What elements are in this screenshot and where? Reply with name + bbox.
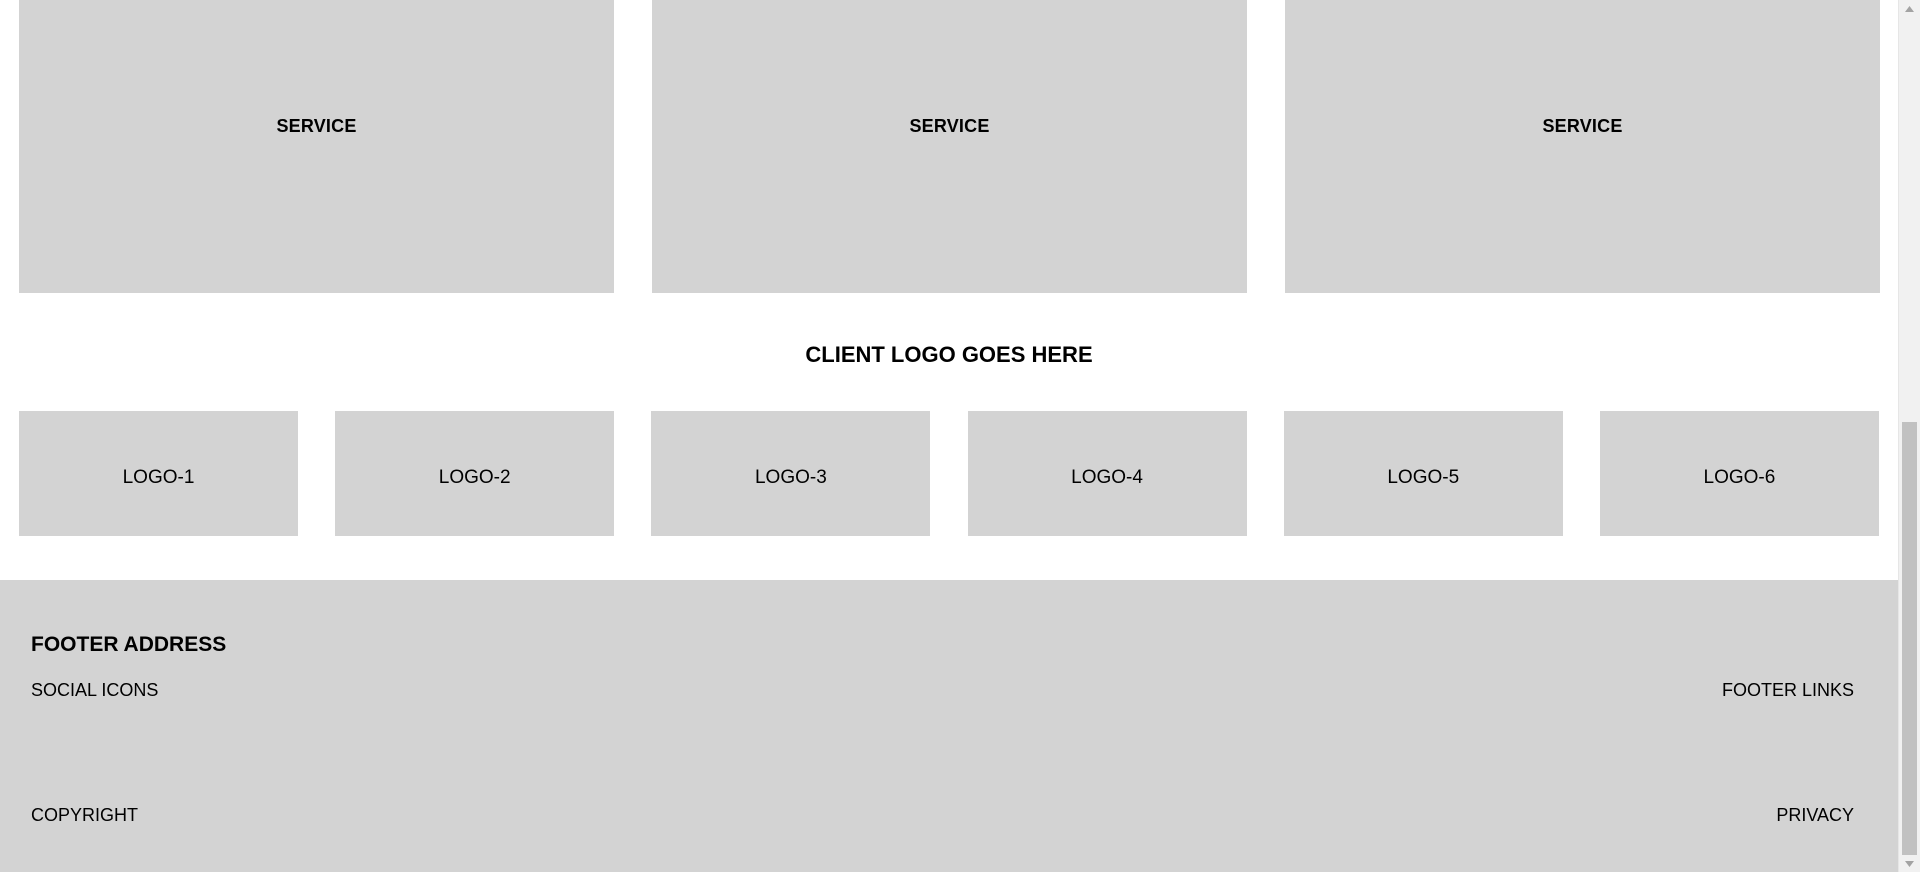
logo-label: LOGO-2 [438,466,511,488]
scrollbar-thumb[interactable] [1902,422,1917,855]
logo-label: LOGO-3 [754,466,827,488]
social-icons[interactable]: SOCIAL ICONS [31,680,158,701]
arrow-down-icon[interactable] [1899,855,1920,872]
footer: FOOTER ADDRESS SOCIAL ICONS FOOTER LINKS… [0,580,1898,872]
service-card-2: SERVICE [652,0,1247,293]
logo-label: LOGO-5 [1387,466,1460,488]
footer-address: FOOTER ADDRESS [31,633,227,656]
service-label: SERVICE [276,116,357,136]
client-logo-4: LOGO-4 [967,411,1247,536]
service-label: SERVICE [1542,116,1623,136]
client-logo-6: LOGO-6 [1599,411,1879,536]
client-logo-3: LOGO-3 [651,411,931,536]
client-logo-5: LOGO-5 [1283,411,1563,536]
logo-label: LOGO-6 [1703,466,1776,488]
logo-label: LOGO-4 [1071,466,1143,488]
footer-links[interactable]: FOOTER LINKS [1722,680,1854,701]
client-logos-row: LOGO-1 LOGO-2 LOGO-3 LOGO-4 LOGO-5 LOGO-… [19,411,1879,536]
client-logo-heading: CLIENT LOGO GOES HERE [805,342,1093,367]
client-logo-1: LOGO-1 [19,411,298,536]
service-label: SERVICE [909,116,990,136]
vertical-scrollbar[interactable] [1898,0,1920,872]
logo-label: LOGO-1 [122,466,195,488]
copyright-text: COPYRIGHT [31,805,139,825]
services-row: SERVICE SERVICE SERVICE [19,0,1880,293]
privacy-link[interactable]: PRIVACY [1776,805,1854,826]
page: SERVICE SERVICE SERVICE CLIENT LOGO GOES… [0,0,1898,872]
service-card-3: SERVICE [1285,0,1880,293]
client-logo-2: LOGO-2 [335,411,615,536]
arrow-up-icon[interactable] [1899,0,1920,17]
service-card-1: SERVICE [19,0,614,293]
